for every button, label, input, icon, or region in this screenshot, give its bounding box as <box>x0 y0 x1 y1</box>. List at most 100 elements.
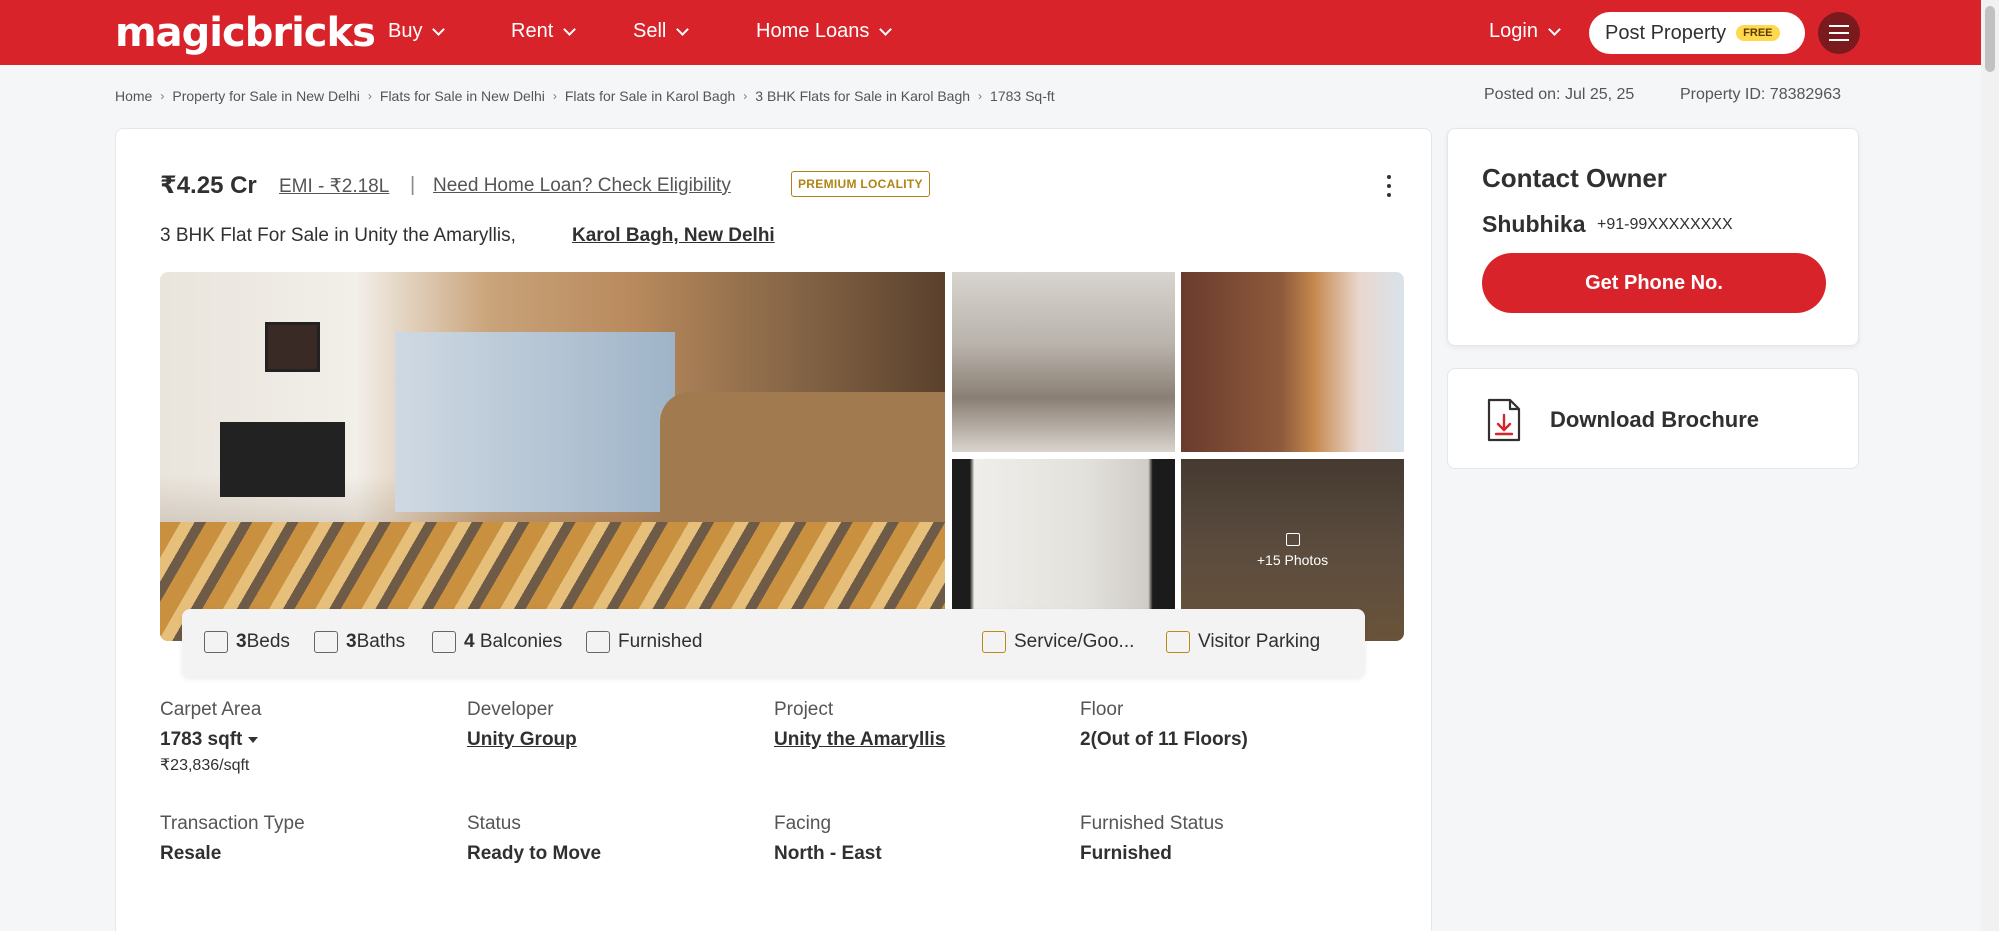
baths-count: 3 <box>346 631 357 652</box>
price: ₹4.25 Cr <box>160 172 257 199</box>
floor-value: 2(Out of 11 Floors) <box>1080 729 1248 750</box>
scrollbar-thumb[interactable] <box>1985 6 1995 72</box>
nav-home-loans-label: Home Loans <box>756 20 870 42</box>
chevron-down-icon <box>432 22 446 36</box>
chevron-down-icon <box>563 22 577 36</box>
post-property-button[interactable]: Post Property FREE <box>1589 12 1805 54</box>
photo-tv-decor <box>220 422 345 497</box>
bathtub-icon <box>314 631 338 653</box>
transaction-type-value: Resale <box>160 843 222 864</box>
chevron-down-icon <box>1548 22 1561 36</box>
nav-sell[interactable]: Sell <box>633 20 690 43</box>
project-label: Project <box>774 699 834 720</box>
separator: | <box>410 174 416 196</box>
breadcrumb-flats-karol-bagh[interactable]: Flats for Sale in Karol Bagh <box>565 88 735 104</box>
balconies-count: 4 <box>464 631 475 652</box>
nav-buy[interactable]: Buy <box>388 20 446 43</box>
furnished-label: Furnished <box>618 631 703 652</box>
amenity-furnished: Furnished <box>586 631 703 653</box>
image-icon <box>1285 532 1300 546</box>
contact-owner-title: Contact Owner <box>1482 163 1667 193</box>
more-options-icon[interactable] <box>1379 169 1399 203</box>
amenity-beds: 3Beds <box>204 631 290 653</box>
breadcrumb-property-new-delhi[interactable]: Property for Sale in New Delhi <box>172 88 360 104</box>
location-link[interactable]: Karol Bagh, New Delhi <box>572 225 775 247</box>
hamburger-line <box>1829 32 1849 34</box>
nav-buy-label: Buy <box>388 20 423 42</box>
nav-sell-label: Sell <box>633 20 667 42</box>
premium-locality-badge: PREMIUM LOCALITY <box>791 171 930 197</box>
price-per-sqft: ₹23,836/sqft <box>160 757 250 774</box>
owner-name: Shubhika <box>1482 211 1586 237</box>
breadcrumb-current: 1783 Sq-ft <box>990 88 1055 104</box>
facing-label: Facing <box>774 813 832 834</box>
top-header: magicbricks Buy Rent Sell Home Loans Log… <box>0 0 1999 65</box>
bed-icon <box>204 631 228 653</box>
chevron-right-icon: › <box>978 89 983 103</box>
balcony-icon <box>432 631 456 653</box>
nav-rent-label: Rent <box>511 20 554 42</box>
balconies-label: Balconies <box>479 631 563 652</box>
download-brochure-card[interactable]: Download Brochure <box>1447 368 1859 469</box>
download-brochure-label: Download Brochure <box>1550 407 1760 432</box>
login-menu[interactable]: Login <box>1489 20 1561 43</box>
main-photo[interactable] <box>160 272 945 641</box>
beds-count: 3 <box>236 631 247 652</box>
download-document-icon <box>1487 398 1521 442</box>
carpet-area-text: 1783 sqft <box>160 729 243 750</box>
breadcrumb-3bhk-karol-bagh[interactable]: 3 BHK Flats for Sale in Karol Bagh <box>755 88 970 104</box>
developer-label: Developer <box>467 699 554 720</box>
status-label: Status <box>467 813 521 834</box>
chevron-down-icon <box>676 22 690 36</box>
breadcrumb-flats-new-delhi[interactable]: Flats for Sale in New Delhi <box>380 88 545 104</box>
listing-title: 3 BHK Flat For Sale in Unity the Amaryll… <box>160 225 516 246</box>
service-label: Service/Goo... <box>1014 631 1135 652</box>
magicbricks-logo[interactable]: magicbricks <box>115 10 376 56</box>
chevron-right-icon: › <box>743 89 748 103</box>
home-loan-eligibility-link[interactable]: Need Home Loan? Check Eligibility <box>433 175 731 197</box>
furnished-status-label: Furnished Status <box>1080 813 1224 834</box>
amenity-visitor-parking: Visitor Parking <box>1166 631 1320 653</box>
parking-label: Visitor Parking <box>1198 631 1321 652</box>
developer-link[interactable]: Unity Group <box>467 729 577 751</box>
amenity-baths: 3Baths <box>314 631 405 653</box>
chevron-right-icon: › <box>160 89 165 103</box>
carpet-area-value[interactable]: 1783 sqft <box>160 729 259 751</box>
caret-down-icon <box>248 736 259 743</box>
emi-link[interactable]: EMI - ₹2.18L <box>279 175 389 198</box>
facing-value: North - East <box>774 843 882 864</box>
baths-label: Baths <box>356 631 406 652</box>
posted-on: Posted on: Jul 25, 25 <box>1484 86 1635 103</box>
service-lift-icon <box>982 631 1006 653</box>
project-link[interactable]: Unity the Amaryllis <box>774 729 945 751</box>
amenity-service-lift: Service/Goo... <box>982 631 1134 653</box>
hamburger-menu-button[interactable] <box>1818 12 1860 54</box>
transaction-type-label: Transaction Type <box>160 813 305 834</box>
furnished-status-value: Furnished <box>1080 843 1172 864</box>
status-value: Ready to Move <box>467 843 602 864</box>
contact-owner-card: Contact Owner Shubhika +91-99XXXXXXXX Ge… <box>1447 128 1859 346</box>
get-phone-button[interactable]: Get Phone No. <box>1482 253 1826 313</box>
floor-label: Floor <box>1080 699 1124 720</box>
nav-home-loans[interactable]: Home Loans <box>756 20 893 43</box>
owner-phone-masked: +91-99XXXXXXXX <box>1597 216 1733 233</box>
breadcrumb: Home › Property for Sale in New Delhi › … <box>115 88 1063 104</box>
furniture-icon <box>586 631 610 653</box>
hamburger-line <box>1829 39 1849 41</box>
property-card: ₹4.25 Cr EMI - ₹2.18L | Need Home Loan? … <box>115 128 1432 931</box>
hamburger-icon <box>1829 25 1849 27</box>
thumbnail-photo-living[interactable] <box>952 272 1175 452</box>
property-id: Property ID: 78382963 <box>1680 86 1841 103</box>
chevron-right-icon: › <box>367 89 372 103</box>
more-photos-count: +15 Photos <box>1256 551 1329 568</box>
breadcrumb-home[interactable]: Home <box>115 88 152 104</box>
nav-rent[interactable]: Rent <box>511 20 577 43</box>
parking-icon <box>1166 631 1190 653</box>
amenity-balconies: 4 Balconies <box>432 631 562 653</box>
chevron-down-icon <box>879 22 893 36</box>
chevron-right-icon: › <box>552 89 557 103</box>
page-scrollbar[interactable] <box>1981 0 1999 931</box>
login-label: Login <box>1489 20 1538 42</box>
thumbnail-photo-bedroom[interactable] <box>1181 272 1404 452</box>
photo-window-decor <box>395 332 675 512</box>
